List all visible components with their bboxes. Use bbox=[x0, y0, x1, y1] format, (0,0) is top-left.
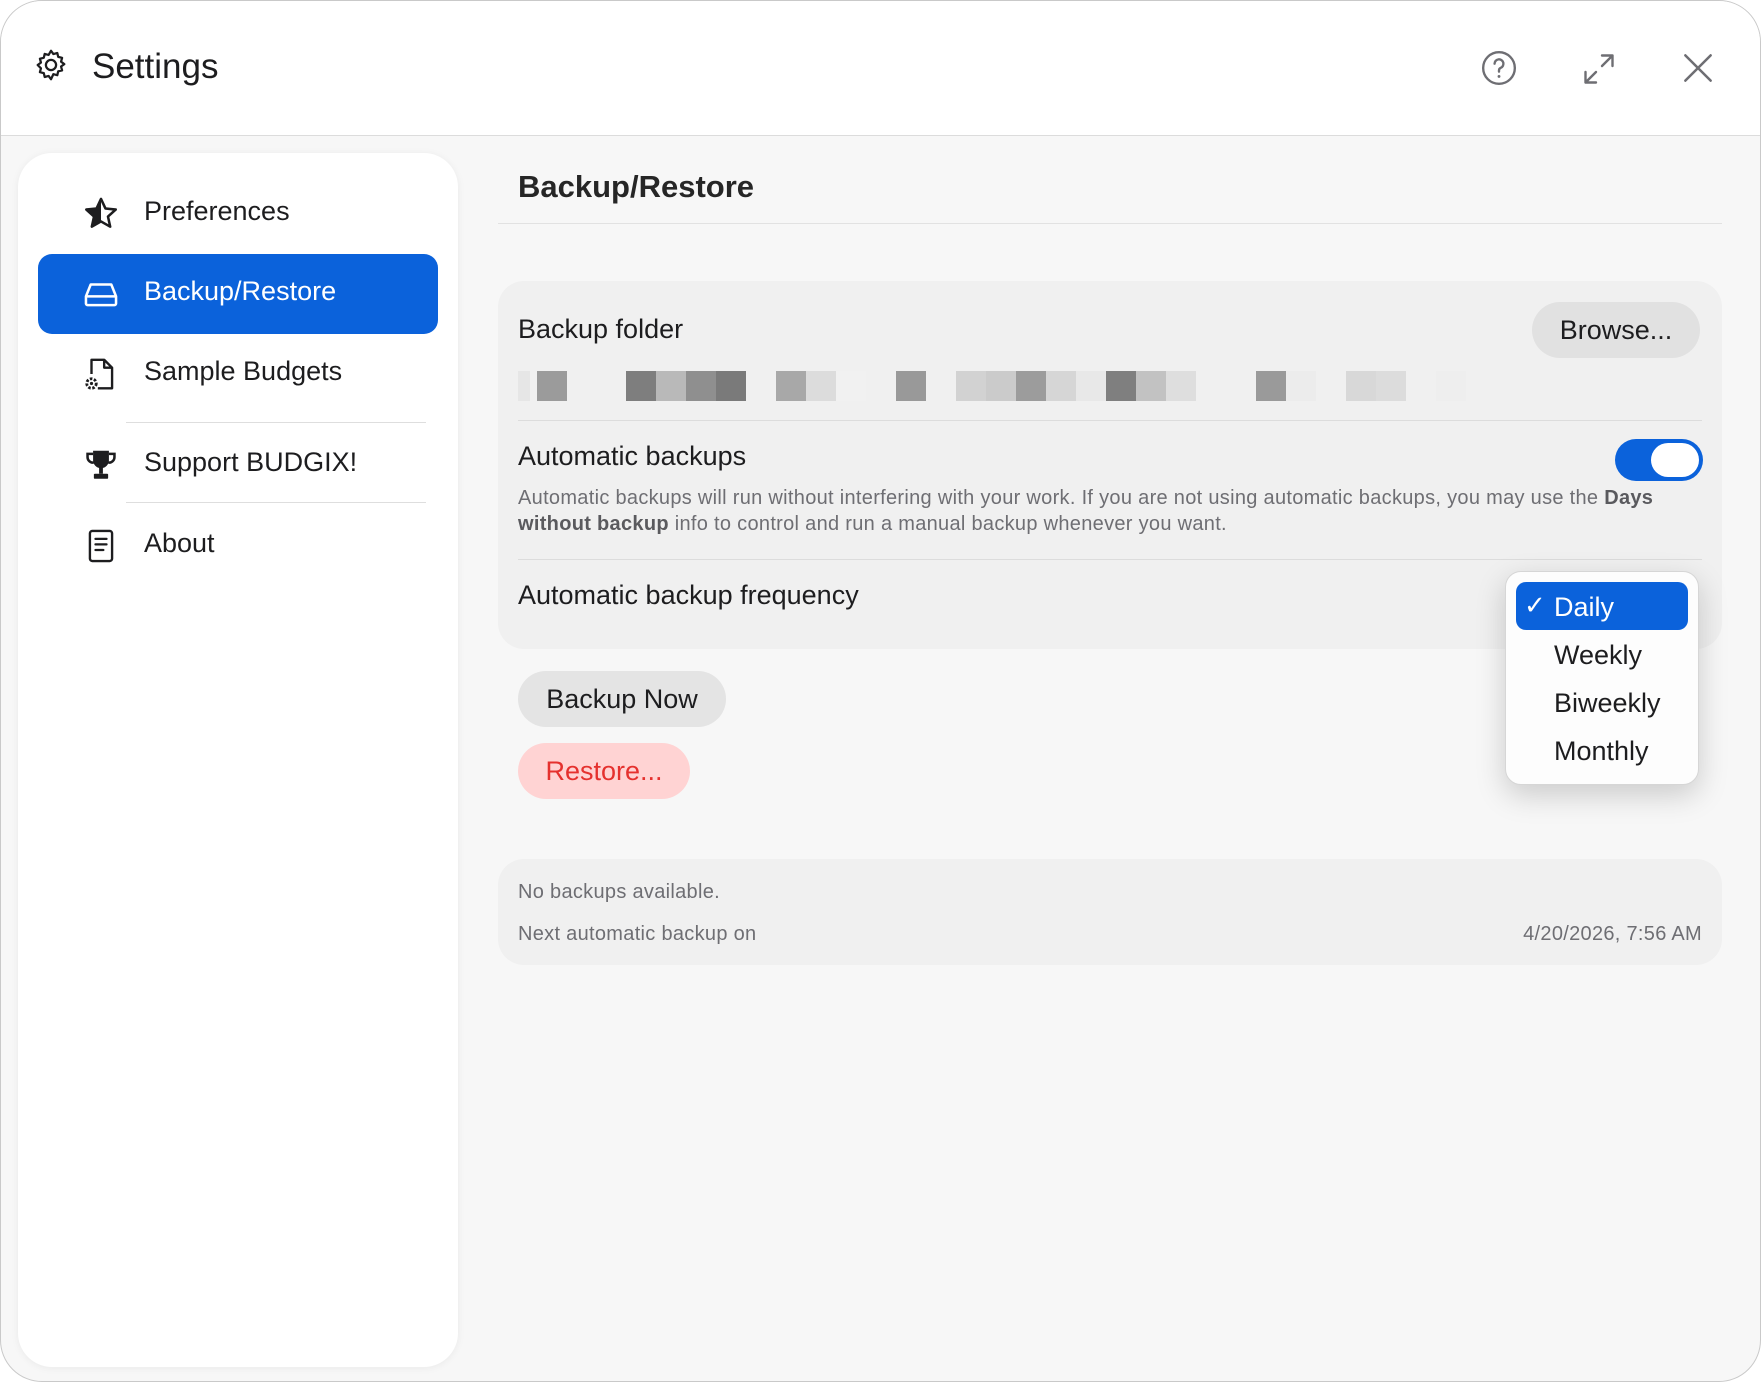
star-icon bbox=[85, 197, 117, 228]
sidebar-item-label: Backup/Restore bbox=[144, 276, 337, 306]
backup-status-card: No backups available. Next automatic bac… bbox=[498, 859, 1722, 965]
browse-button[interactable]: Browse... bbox=[1532, 302, 1700, 358]
restore-button[interactable]: Restore... bbox=[518, 743, 690, 799]
sidebar-item-about[interactable]: About bbox=[38, 506, 438, 586]
next-backup-value: 4/20/2026, 7:56 AM bbox=[1523, 923, 1702, 945]
document-gear-icon bbox=[85, 358, 114, 390]
frequency-option-weekly[interactable]: Weekly bbox=[1516, 630, 1688, 678]
card-divider bbox=[518, 559, 1702, 560]
automatic-backups-label: Automatic backups bbox=[518, 441, 747, 471]
sidebar-item-backup-restore[interactable]: Backup/Restore bbox=[38, 254, 438, 334]
document-text-icon bbox=[88, 529, 114, 563]
sidebar-item-label: Preferences bbox=[144, 196, 290, 226]
option-label: Monthly bbox=[1554, 736, 1649, 766]
backup-frequency-label: Automatic backup frequency bbox=[518, 580, 859, 610]
title-divider bbox=[498, 223, 1722, 224]
description-text: info to control and run a manual backup … bbox=[674, 513, 1227, 535]
option-label: Biweekly bbox=[1554, 688, 1661, 718]
expand-icon[interactable] bbox=[1581, 51, 1617, 87]
sidebar-divider bbox=[126, 422, 426, 423]
sidebar-item-label: Sample Budgets bbox=[144, 356, 343, 386]
gear-icon bbox=[36, 49, 66, 81]
frequency-option-monthly[interactable]: Monthly bbox=[1516, 726, 1688, 774]
help-icon[interactable] bbox=[1480, 49, 1518, 87]
sidebar-item-preferences[interactable]: Preferences bbox=[38, 174, 438, 254]
backup-now-button[interactable]: Backup Now bbox=[518, 671, 726, 727]
frequency-dropdown-menu: ✓ Daily Weekly Biweekly Monthly bbox=[1505, 571, 1699, 785]
frequency-option-biweekly[interactable]: Biweekly bbox=[1516, 678, 1688, 726]
toggle-knob bbox=[1651, 443, 1699, 477]
sidebar-item-sample-budgets[interactable]: Sample Budgets bbox=[38, 334, 438, 414]
window-title: Settings bbox=[92, 47, 219, 86]
trophy-icon bbox=[86, 450, 116, 479]
close-icon[interactable] bbox=[1679, 49, 1717, 87]
title-bar: Settings bbox=[1, 1, 1760, 136]
sidebar-divider bbox=[126, 502, 426, 503]
sidebar-item-label: About bbox=[144, 528, 215, 558]
page-title: Backup/Restore bbox=[518, 169, 755, 204]
sidebar: Preferences Backup/Restore Sample Budget… bbox=[18, 153, 458, 1367]
settings-window: Settings Preferences Backup/Restore Samp… bbox=[0, 0, 1761, 1382]
drive-icon bbox=[84, 283, 118, 307]
no-backups-text: No backups available. bbox=[518, 881, 720, 903]
sidebar-item-label: Support BUDGIX! bbox=[144, 447, 358, 477]
option-label: Weekly bbox=[1554, 640, 1643, 670]
next-backup-label: Next automatic backup on bbox=[518, 923, 757, 945]
automatic-backups-toggle[interactable] bbox=[1615, 439, 1703, 481]
description-text: Automatic backups will run without inter… bbox=[518, 487, 1599, 509]
automatic-backups-description: Automatic backups will run without inter… bbox=[518, 485, 1718, 537]
frequency-option-daily[interactable]: ✓ Daily bbox=[1516, 582, 1688, 630]
option-label: Daily bbox=[1554, 592, 1615, 622]
checkmark-icon: ✓ bbox=[1524, 590, 1546, 620]
card-divider bbox=[518, 420, 1702, 421]
sidebar-item-support[interactable]: Support BUDGIX! bbox=[38, 425, 438, 505]
backup-folder-label: Backup folder bbox=[518, 314, 684, 344]
